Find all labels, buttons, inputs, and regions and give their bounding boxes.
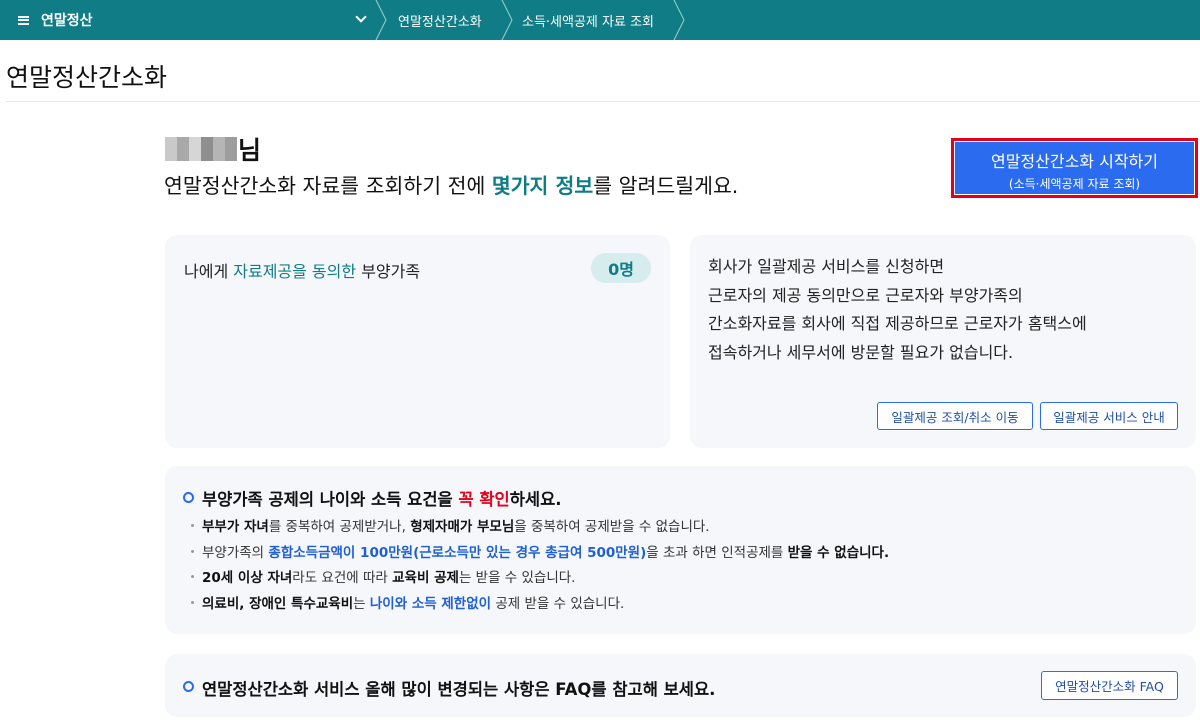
start-button-sublabel: (소득·세액공제 자료 조회): [1008, 177, 1141, 191]
notice-head-after: 하세요.: [509, 490, 562, 509]
breadcrumb-separator-icon: [375, 0, 387, 40]
item-text: 를 중복하여 공제받거나,: [268, 519, 411, 535]
item-text: 부양가족의: [202, 544, 269, 561]
breadcrumb-deduction-data-query[interactable]: 소득·세액공제 자료 조회: [522, 0, 654, 40]
consent-suffix: 부양가족: [356, 262, 421, 281]
faq-card: 연말정산간소화 서비스 올해 많이 변경되는 사항은 FAQ를 참고해 보세요.…: [165, 654, 1196, 717]
item-bold: 형제자매가 부모님: [410, 519, 515, 535]
bulk-line: 접속하거나 세무서에 방문할 필요가 없습니다.: [708, 343, 1014, 363]
circle-bullet-icon: [183, 681, 194, 692]
item-text: 는 받을 수 있습니다.: [458, 570, 576, 586]
item-blue: 나이와 소득 제한없이: [369, 595, 492, 612]
consent-highlight: 자료제공을 동의한: [233, 262, 357, 281]
item-bold: 받을 수 없습니다.: [787, 544, 890, 561]
list-item: 의료비, 장애인 특수교육비는 나이와 소득 제한없이 공제 받을 수 있습니다…: [188, 592, 889, 618]
notice-head-red: 꼭 확인: [458, 490, 510, 509]
item-text: 라도 요건에 따라: [292, 570, 393, 586]
bulk-provision-description: 회사가 일괄제공 서비스를 신청하면 근로자의 제공 동의만으로 근로자와 부양…: [708, 253, 1087, 368]
notice-heading: 부양가족 공제의 나이와 소득 요건을 꼭 확인하세요.: [202, 486, 562, 510]
bulk-line: 간소화자료를 회사에 직접 제공하므로 근로자가 홈택스에: [708, 314, 1087, 334]
item-bold: 부부가 자녀: [202, 519, 269, 535]
item-bold: 의료비, 장애인 특수교육비: [202, 595, 354, 612]
item-text: 을 중복하여 공제받을 수 없습니다.: [514, 519, 710, 535]
item-text: 을 초과 하면 인적공제를: [646, 544, 788, 561]
user-name-redacted: [165, 137, 237, 161]
chevron-down-icon[interactable]: [355, 11, 367, 23]
breadcrumb-separator-icon: [501, 0, 513, 40]
list-item: 부부가 자녀를 중복하여 공제받거나, 형제자매가 부모님을 중복하여 공제받을…: [188, 515, 889, 541]
consent-prefix: 나에게: [184, 262, 234, 281]
page-title: 연말정산간소화: [6, 63, 168, 92]
name-suffix: 님: [238, 136, 262, 165]
menu-label: 연말정산: [41, 13, 93, 29]
bulk-provision-card: 회사가 일괄제공 서비스를 신청하면 근로자의 제공 동의만으로 근로자와 부양…: [690, 235, 1196, 448]
item-text: 는: [353, 595, 370, 612]
intro-text-before: 연말정산간소화 자료를 조회하기 전에: [164, 174, 492, 198]
start-simplified-button[interactable]: 연말정산간소화 시작하기 (소득·세액공제 자료 조회): [955, 142, 1194, 194]
circle-bullet-icon: [183, 492, 194, 503]
dependent-requirements-notice: 부양가족 공제의 나이와 소득 요건을 꼭 확인하세요. 부부가 자녀를 중복하…: [165, 466, 1196, 634]
item-bold: 교육비 공제: [392, 570, 459, 586]
notice-list: 부부가 자녀를 중복하여 공제받거나, 형제자매가 부모님을 중복하여 공제받을…: [188, 515, 889, 617]
consent-dependents-label: 나에게 자료제공을 동의한 부양가족: [184, 258, 420, 282]
consent-dependents-card: 나에게 자료제공을 동의한 부양가족 0명: [165, 235, 670, 448]
faq-text: 연말정산간소화 서비스 올해 많이 변경되는 사항은 FAQ를 참고해 보세요.: [202, 680, 716, 699]
consent-count-badge: 0명: [591, 253, 651, 283]
bulk-query-cancel-button[interactable]: 일괄제공 조회/취소 이동: [877, 402, 1033, 430]
breadcrumb-separator-icon: [673, 0, 685, 40]
intro-text-highlight: 몇가지 정보: [491, 174, 594, 198]
intro-text: 연말정산간소화 자료를 조회하기 전에 몇가지 정보를 알려드릴게요.: [164, 169, 738, 199]
menu-button[interactable]: 연말정산: [18, 0, 93, 40]
bulk-line: 근로자의 제공 동의만으로 근로자와 부양가족의: [708, 285, 1023, 305]
notice-head-before: 부양가족 공제의 나이와 소득 요건을: [202, 490, 459, 509]
item-text: 공제 받을 수 있습니다.: [491, 595, 625, 612]
list-item: 20세 이상 자녀라도 요건에 따라 교육비 공제는 받을 수 있습니다.: [188, 566, 889, 592]
bulk-line: 회사가 일괄제공 서비스를 신청하면: [708, 257, 945, 276]
breadcrumb-yearend-simplified[interactable]: 연말정산간소화: [398, 0, 482, 40]
item-blue: 종합소득금액이 100만원(근로소득만 있는 경우 총급여 500만원): [268, 544, 647, 561]
top-nav-bar: 연말정산 연말정산간소화 소득·세액공제 자료 조회: [0, 0, 1200, 40]
bulk-service-guide-button[interactable]: 일괄제공 서비스 안내: [1040, 402, 1178, 430]
start-button-label: 연말정산간소화 시작하기: [990, 152, 1158, 171]
list-item: 부양가족의 종합소득금액이 100만원(근로소득만 있는 경우 총급여 500만…: [188, 541, 889, 567]
hamburger-icon: [18, 15, 29, 25]
faq-button[interactable]: 연말정산간소화 FAQ: [1041, 671, 1178, 700]
title-divider: [6, 101, 1200, 102]
item-bold: 20세 이상 자녀: [202, 570, 293, 586]
intro-text-after: 를 알려드릴게요.: [593, 174, 739, 198]
